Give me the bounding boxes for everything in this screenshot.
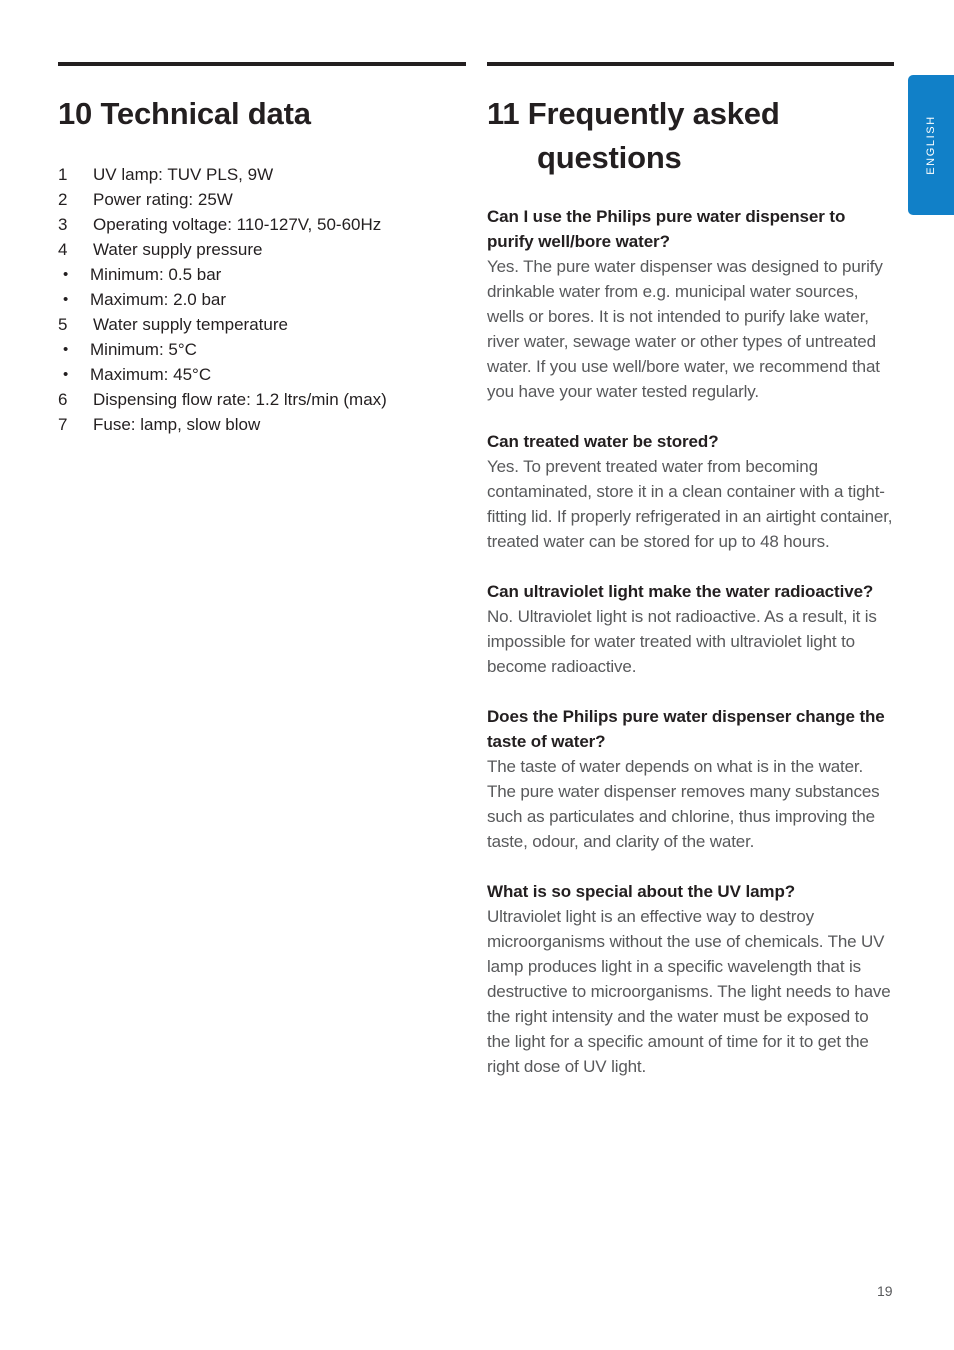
language-tab: ENGLISH [908,75,954,215]
faq-answer: The taste of water depends on what is in… [487,757,880,852]
faq-question: Can ultraviolet light make the water rad… [487,582,874,602]
technical-data-list: 1 UV lamp: TUV PLS, 9W 2 Power rating: 25W 3… [58,162,466,437]
left-column: 10 Technical data 1 UV lamp: TUV PLS, 9W 2… [58,62,466,437]
language-tab-label: ENGLISH [925,115,937,175]
spec-sub-list: • Minimum: 0.5 bar • Maximum: 2.0 bar [58,262,466,312]
bullet-icon: • [63,341,69,359]
faq-question: Does the Philips pure water dispenser ch… [487,707,885,752]
faq-answer: Yes. To prevent treated water from becom… [487,457,893,552]
faq-answer: Ultraviolet light is an effective way to… [487,907,891,1077]
faq-block: What is so special about the UV lamp? Ult… [487,879,894,1079]
faq-block: Can treated water be stored? Yes. To prev… [487,429,894,554]
faq-block: Does the Philips pure water dispenser ch… [487,704,894,854]
spec-item-label: Power rating: 25W [93,190,233,210]
bullet-icon: • [63,366,69,384]
spec-item-label: Fuse: lamp, slow blow [93,415,261,435]
spec-item: 6 Dispensing flow rate: 1.2 ltrs/min (max… [58,387,466,412]
page-number: 19 [877,1283,893,1299]
bullet-icon: • [63,266,69,284]
spec-sub-item: • Maximum: 45°C [58,362,466,387]
left-column-rule [58,62,466,66]
spec-sub-item-label: Minimum: 0.5 bar [90,265,222,285]
faq-heading-line1: 11 Frequently asked [487,96,780,131]
spec-sub-item: • Minimum: 0.5 bar [58,262,466,287]
spec-item-label: Water supply temperature [93,315,288,335]
faq-heading: 11 Frequently asked questions [487,92,894,180]
faq-question: Can I use the Philips pure water dispens… [487,207,846,252]
spec-item-label: Water supply pressure [93,240,263,260]
faq-question: Can treated water be stored? [487,432,719,452]
faq-block: Can I use the Philips pure water dispens… [487,204,894,404]
spec-item-number: 3 [58,215,68,235]
right-column: 11 Frequently asked questions Can I use … [487,62,894,1104]
spec-item-number: 7 [58,415,68,435]
spec-item-number: 4 [58,240,68,260]
faq-list: Can I use the Philips pure water dispens… [487,204,894,1079]
spec-sub-item: • Maximum: 2.0 bar [58,287,466,312]
spec-item-number: 1 [58,165,68,185]
spec-item: 4 Water supply pressure [58,237,466,262]
spec-item-label: Dispensing flow rate: 1.2 ltrs/min (max) [93,390,387,410]
spec-item: 1 UV lamp: TUV PLS, 9W [58,162,466,187]
spec-item-number: 2 [58,190,68,210]
spec-sub-item-label: Maximum: 45°C [90,365,212,385]
bullet-icon: • [63,291,69,309]
spec-item-label: Operating voltage: 110-127V, 50-60Hz [93,215,382,235]
spec-sub-item-label: Minimum: 5°C [90,340,197,360]
spec-item-number: 6 [58,390,68,410]
spec-sub-item: • Minimum: 5°C [58,337,466,362]
spec-item: 5 Water supply temperature [58,312,466,337]
faq-question: What is so special about the UV lamp? [487,882,796,902]
spec-item: 2 Power rating: 25W [58,187,466,212]
faq-heading-line2: questions [537,140,682,176]
spec-item: 7 Fuse: lamp, slow blow [58,412,466,437]
spec-sub-list: • Minimum: 5°C • Maximum: 45°C [58,337,466,387]
spec-item: 3 Operating voltage: 110-127V, 50-60Hz [58,212,466,237]
spec-item-label: UV lamp: TUV PLS, 9W [93,165,274,185]
spec-item-number: 5 [58,315,68,335]
faq-block: Can ultraviolet light make the water rad… [487,579,894,679]
faq-answer: No. Ultraviolet light is not radioactive… [487,607,877,677]
right-column-rule [487,62,894,66]
spec-sub-item-label: Maximum: 2.0 bar [90,290,227,310]
technical-data-heading: 10 Technical data [58,96,311,131]
faq-answer: Yes. The pure water dispenser was design… [487,257,883,402]
